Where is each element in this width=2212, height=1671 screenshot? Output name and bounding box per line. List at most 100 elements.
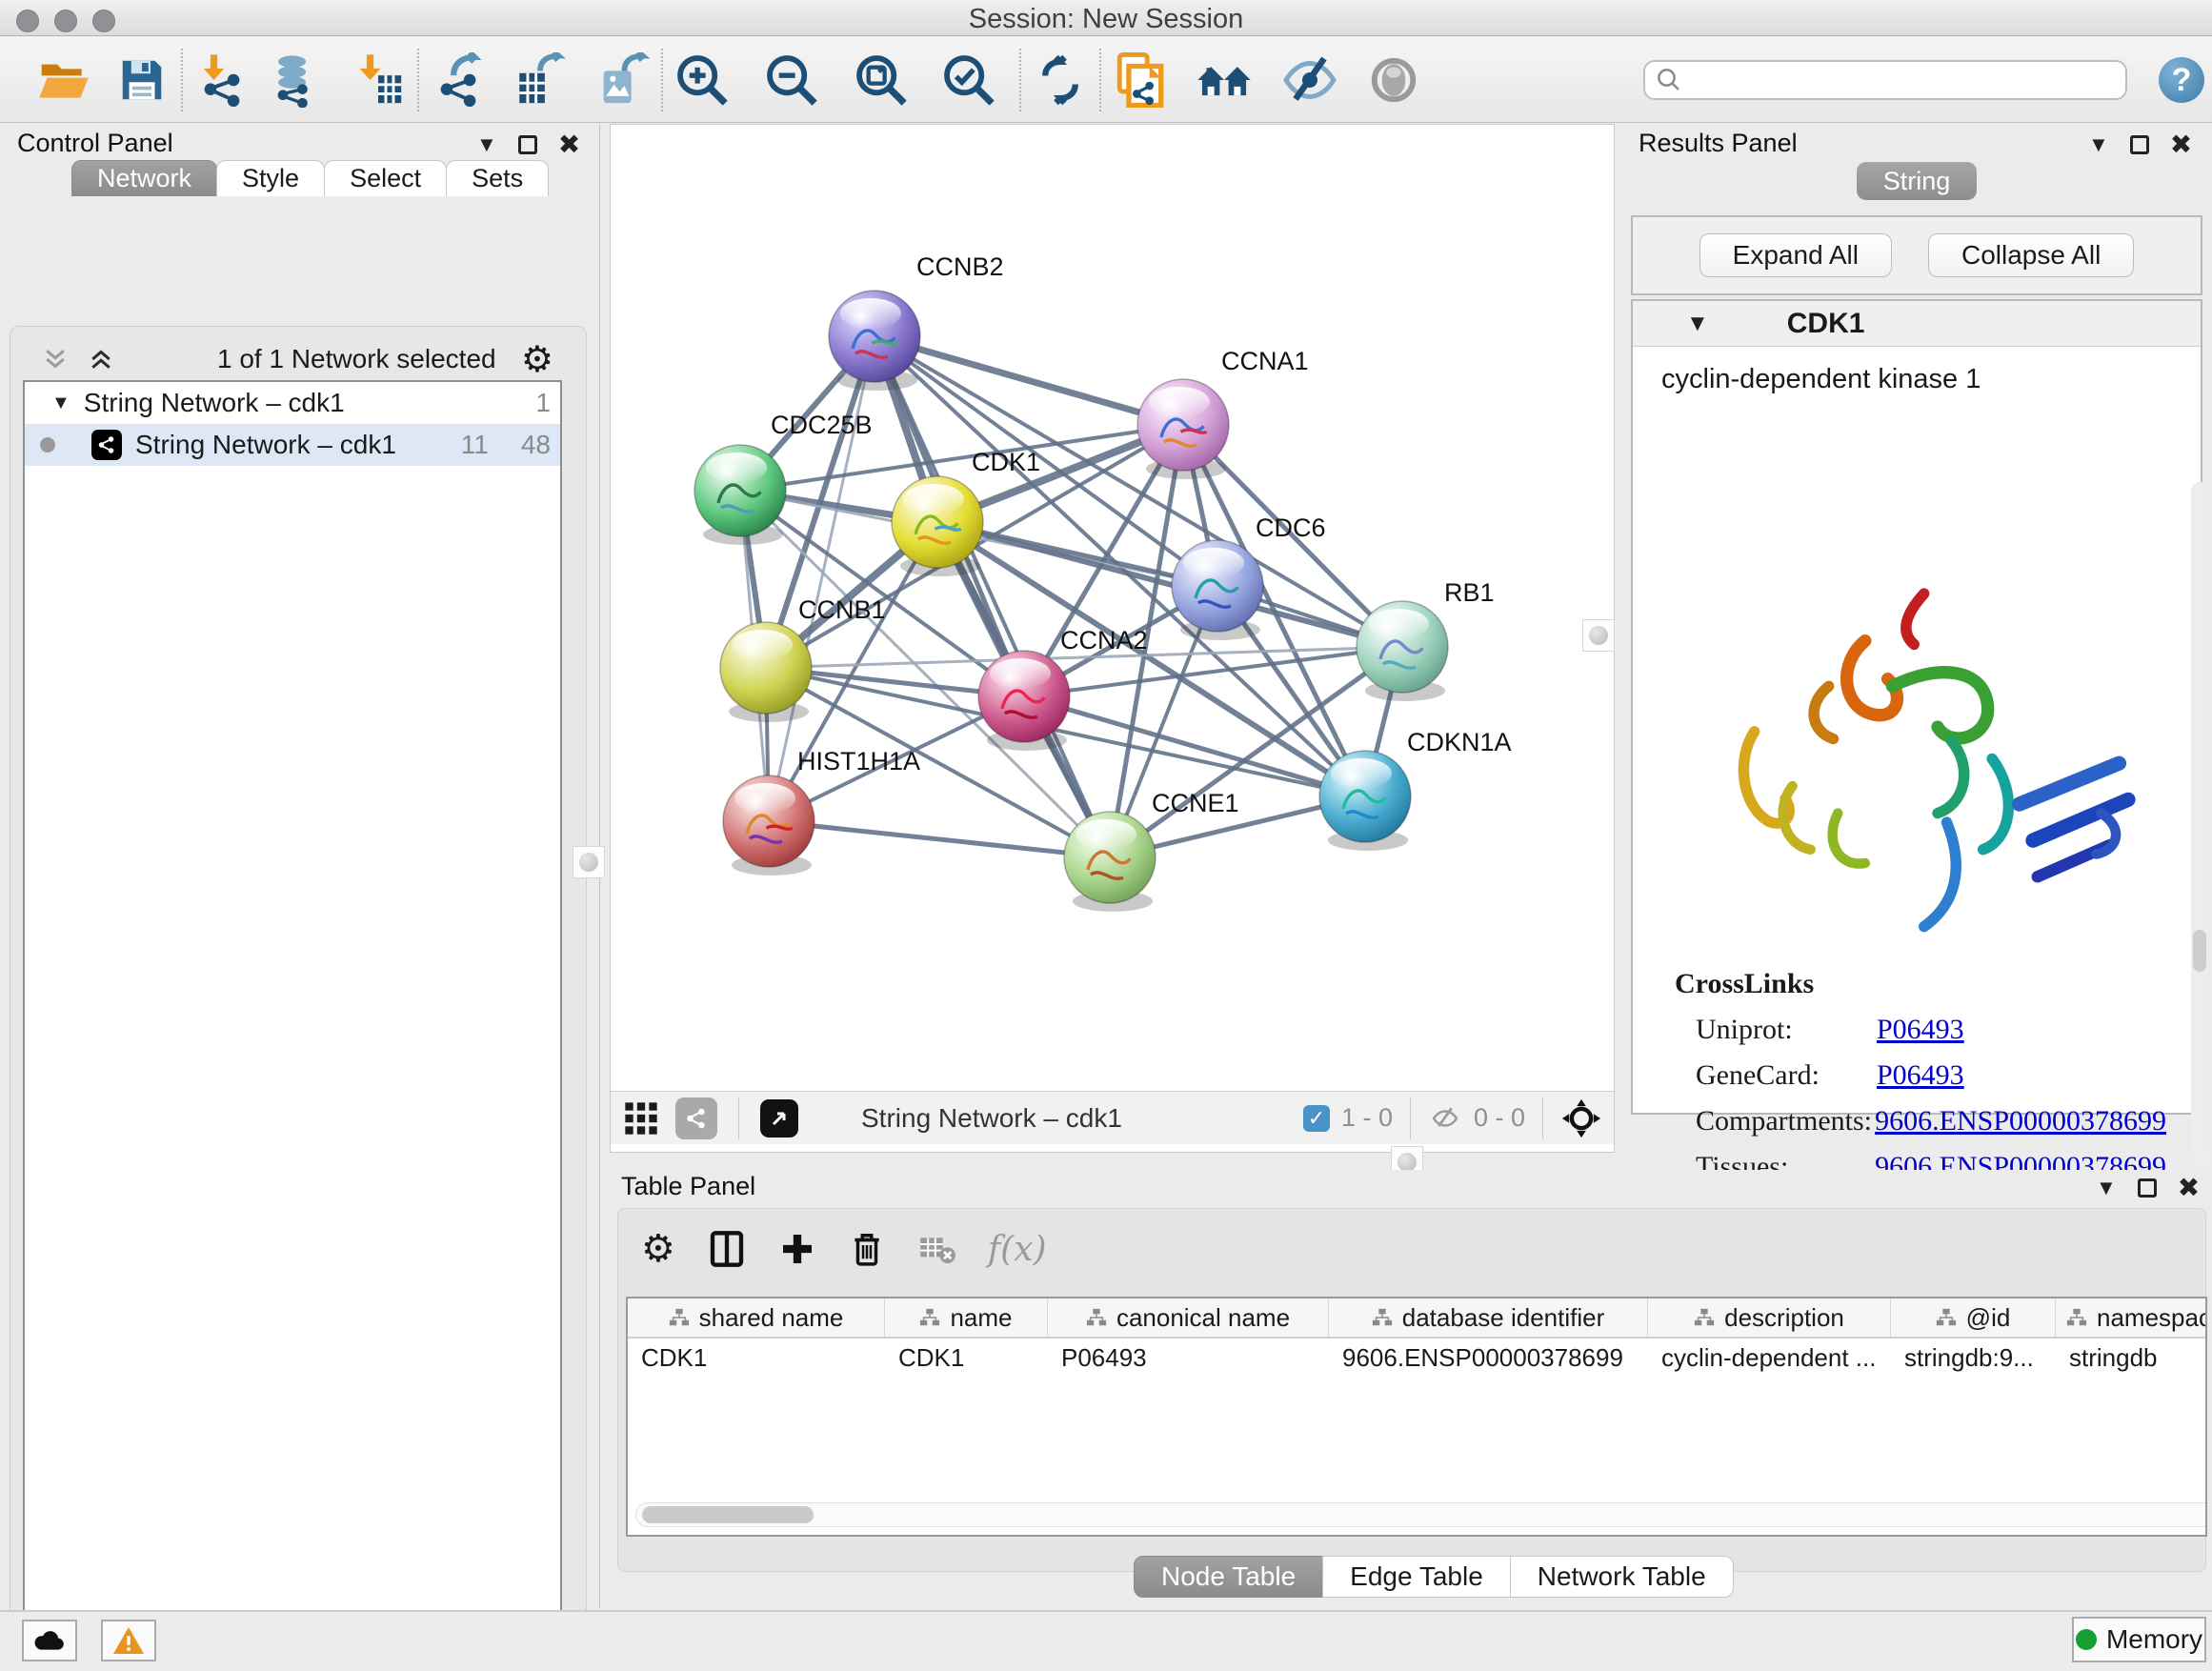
float-table-panel-button[interactable] <box>2138 1178 2157 1198</box>
zoom-in-button[interactable] <box>673 50 732 110</box>
network-row[interactable]: String Network – cdk1 11 48 <box>25 424 560 466</box>
control-panel-menu-button[interactable]: ▼ <box>476 132 497 157</box>
search-box[interactable] <box>1643 60 2127 100</box>
expand-all-icon[interactable] <box>85 345 117 373</box>
column-header-namespac[interactable]: namespac <box>2056 1299 2207 1337</box>
results-scrollbar[interactable] <box>2191 482 2208 1282</box>
network-node-rb1[interactable]: RB1 <box>1357 578 1495 701</box>
collapse-all-button[interactable]: Collapse All <box>1928 233 2134 277</box>
tab-sets[interactable]: Sets <box>446 160 549 196</box>
zoom-out-icon <box>764 52 819 108</box>
hide-selected-button[interactable] <box>1280 50 1339 110</box>
expand-all-button[interactable]: Expand All <box>1699 233 1892 277</box>
crosslink-link[interactable]: 9606.ENSP00000378699 <box>1875 1105 2166 1137</box>
results-panel-collapse-handle[interactable] <box>1582 619 1615 652</box>
table-cell[interactable]: 9606.ENSP00000378699 <box>1329 1339 1648 1377</box>
table-settings-gear-icon[interactable]: ⚙ <box>641 1227 675 1271</box>
table-panel-menu-button[interactable]: ▼ <box>2096 1176 2117 1200</box>
zoom-selected-button[interactable] <box>939 50 998 110</box>
network-node-cdk1[interactable]: CDK1 <box>892 448 1040 576</box>
search-icon <box>1655 66 1683 94</box>
help-button[interactable]: ? <box>2159 57 2204 103</box>
table-cell[interactable]: CDK1 <box>885 1339 1048 1377</box>
control-panel-collapse-handle[interactable] <box>573 846 605 878</box>
close-results-panel-button[interactable]: ✖ <box>2170 129 2192 160</box>
network-node-ccne1[interactable]: CCNE1 <box>1064 789 1239 912</box>
table-row[interactable]: CDK1CDK1P064939606.ENSP00000378699cyclin… <box>628 1339 2205 1377</box>
clone-network-button[interactable] <box>1111 50 1170 110</box>
tab-node-table[interactable]: Node Table <box>1134 1556 1323 1598</box>
export-image-button[interactable] <box>593 50 652 110</box>
table-cell[interactable]: P06493 <box>1048 1339 1329 1377</box>
tab-network-table[interactable]: Network Table <box>1510 1556 1734 1598</box>
results-panel-menu-button[interactable]: ▼ <box>2088 132 2109 157</box>
node-table[interactable]: shared namenamecanonical namedatabase id… <box>626 1297 2207 1537</box>
section-collapse-icon[interactable]: ▼ <box>1686 311 1709 337</box>
toolbar-separator <box>1019 49 1021 111</box>
table-horizontal-scrollbar[interactable] <box>635 1502 2207 1527</box>
column-header-description[interactable]: description <box>1648 1299 1891 1337</box>
save-session-button[interactable] <box>112 50 171 110</box>
network-node-hist1h1a[interactable]: HIST1H1A <box>723 747 920 876</box>
import-network-button[interactable] <box>192 50 251 110</box>
show-hidden-button[interactable] <box>1364 50 1423 110</box>
export-table-button[interactable] <box>511 50 570 110</box>
delete-column-trash-icon[interactable] <box>849 1228 885 1270</box>
network-share-view-icon[interactable] <box>675 1097 717 1139</box>
table-cell[interactable]: stringdb <box>2056 1339 2207 1377</box>
collapse-triangle-icon[interactable]: ▼ <box>51 393 70 414</box>
memory-button[interactable]: Memory <box>2072 1617 2206 1662</box>
zoom-fit-button[interactable] <box>852 50 911 110</box>
crosslink-link[interactable]: P06493 <box>1877 1059 1964 1092</box>
warning-status-button[interactable] <box>101 1620 156 1661</box>
show-columns-icon[interactable] <box>708 1228 746 1270</box>
close-table-panel-button[interactable]: ✖ <box>2178 1172 2200 1203</box>
column-header--id[interactable]: @id <box>1891 1299 2056 1337</box>
scrollbar-thumb[interactable] <box>642 1506 814 1523</box>
table-cell[interactable]: cyclin-dependent ... <box>1648 1339 1891 1377</box>
search-input[interactable] <box>1683 65 2102 96</box>
birds-eye-toggle-icon[interactable] <box>1560 1097 1602 1139</box>
column-header-name[interactable]: name <box>885 1299 1048 1337</box>
network-node-ccna1[interactable]: CCNA1 <box>1137 347 1309 479</box>
cloud-status-button[interactable] <box>22 1620 77 1661</box>
refresh-view-button[interactable] <box>1031 50 1090 110</box>
zoom-out-button[interactable] <box>762 50 821 110</box>
import-network-from-database-button[interactable] <box>265 50 324 110</box>
results-scrollbar-thumb[interactable] <box>2193 930 2206 972</box>
table-cell[interactable]: stringdb:9... <box>1891 1339 2056 1377</box>
network-node-ccnb2[interactable]: CCNB2 <box>829 252 1004 391</box>
network-edge[interactable] <box>875 336 1110 857</box>
table-tabs: Node TableEdge TableNetwork Table <box>1134 1556 1733 1598</box>
close-panel-button[interactable]: ✖ <box>558 129 580 160</box>
tab-style[interactable]: Style <box>216 160 325 196</box>
table-cell[interactable]: CDK1 <box>628 1339 885 1377</box>
gear-icon[interactable]: ⚙ <box>521 338 553 381</box>
network-canvas[interactable]: CCNB2CCNA1CDC25BCDK1CDC6RB1CCNB1CCNA2CDK… <box>611 125 1614 1091</box>
network-node-cdkn1a[interactable]: CDKN1A <box>1319 728 1512 851</box>
tab-edge-table[interactable]: Edge Table <box>1322 1556 1511 1598</box>
grid-view-icon[interactable] <box>622 1099 660 1137</box>
network-collection-row[interactable]: ▼ String Network – cdk1 1 <box>25 382 560 424</box>
add-column-plus-icon[interactable] <box>778 1230 816 1268</box>
float-results-panel-button[interactable] <box>2130 135 2149 154</box>
network-edge[interactable] <box>769 821 1110 857</box>
float-panel-button[interactable] <box>518 135 537 154</box>
open-session-button[interactable] <box>34 50 93 110</box>
network-node-cdc25b[interactable]: CDC25B <box>694 411 873 545</box>
tab-select[interactable]: Select <box>324 160 447 196</box>
column-header-canonical-name[interactable]: canonical name <box>1048 1299 1329 1337</box>
column-header-shared-name[interactable]: shared name <box>628 1299 885 1337</box>
collapse-all-icon[interactable] <box>39 345 71 373</box>
show-all-networks-button[interactable] <box>1195 50 1254 110</box>
title-bar: Session: New Session <box>0 0 2212 36</box>
node-label: CCNB2 <box>916 252 1004 281</box>
crosslink-link[interactable]: P06493 <box>1877 1014 1964 1046</box>
selected-checkbox-icon[interactable]: ✓ <box>1303 1105 1330 1132</box>
detach-view-icon[interactable] <box>760 1099 798 1137</box>
export-network-button[interactable] <box>429 50 488 110</box>
column-header-database-identifier[interactable]: database identifier <box>1329 1299 1648 1337</box>
import-table-button[interactable] <box>349 50 408 110</box>
tab-network[interactable]: Network <box>71 160 217 196</box>
tab-string[interactable]: String <box>1857 162 1977 200</box>
